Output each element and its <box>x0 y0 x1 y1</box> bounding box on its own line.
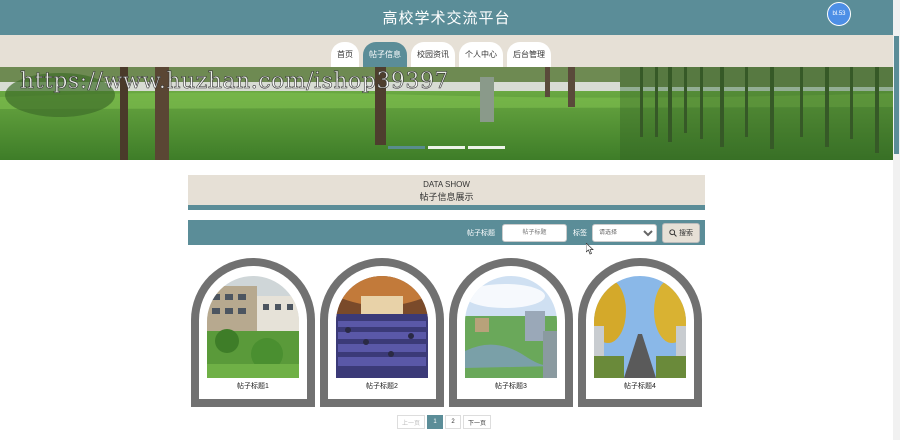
nav-item-admin[interactable]: 后台管理 <box>507 42 551 67</box>
avatar-text: bl.53 <box>832 11 846 17</box>
search-icon <box>669 229 677 237</box>
pagination: 上一页 1 2 下一页 <box>397 415 492 429</box>
nav-item-home[interactable]: 首页 <box>331 42 359 67</box>
post-title-input[interactable] <box>502 224 567 242</box>
carousel-indicators <box>388 146 505 149</box>
search-button-label: 搜索 <box>679 230 693 237</box>
page-2-button[interactable]: 2 <box>445 415 462 429</box>
search-bar: 帖子标题 标签 请选择 搜索 <box>188 220 705 245</box>
campus-building-photo <box>207 276 299 378</box>
tag-label: 标签 <box>573 230 587 237</box>
ginkgo-avenue-photo <box>594 276 686 378</box>
search-button[interactable]: 搜索 <box>662 223 700 243</box>
nav-item-campus-news[interactable]: 校园资讯 <box>411 42 455 67</box>
post-card[interactable]: 帖子标题1 <box>191 258 315 407</box>
post-image <box>207 276 299 378</box>
post-image <box>336 276 428 378</box>
nav-item-user-center[interactable]: 个人中心 <box>459 42 503 67</box>
site-title: 高校学术交流平台 <box>382 10 511 27</box>
campus-aerial-photo <box>465 276 557 378</box>
nav-items: 首页 帖子信息 校园资讯 个人中心 后台管理 <box>331 42 551 67</box>
post-card[interactable]: 帖子标题4 <box>578 258 702 407</box>
post-caption[interactable]: 帖子标题1 <box>199 381 307 391</box>
section-title-cn: 帖子信息展示 <box>419 192 474 202</box>
post-card[interactable]: 帖子标题3 <box>449 258 573 407</box>
prev-page-button[interactable]: 上一页 <box>397 415 426 429</box>
post-card[interactable]: 帖子标题2 <box>320 258 444 407</box>
auditorium-photo <box>336 276 428 378</box>
carousel-dot-2[interactable] <box>428 146 465 149</box>
carousel-dot-3[interactable] <box>468 146 505 149</box>
post-caption[interactable]: 帖子标题3 <box>457 381 565 391</box>
scrollbar-thumb[interactable] <box>894 36 899 154</box>
post-image <box>594 276 686 378</box>
nav-item-posts[interactable]: 帖子信息 <box>363 42 407 67</box>
post-caption[interactable]: 帖子标题2 <box>328 381 436 391</box>
post-caption[interactable]: 帖子标题4 <box>586 381 694 391</box>
main-nav: 首页 帖子信息 校园资讯 个人中心 后台管理 <box>0 35 893 67</box>
watermark-text: https://www.huzhan.com/ishop39397 <box>20 69 449 95</box>
next-page-button[interactable]: 下一页 <box>463 415 492 429</box>
carousel-dot-1[interactable] <box>388 146 425 149</box>
user-avatar[interactable]: bl.53 <box>827 2 851 26</box>
mouse-cursor-icon <box>586 243 594 255</box>
section-title-en: DATA SHOW <box>423 180 470 189</box>
page-1-button[interactable]: 1 <box>427 415 444 429</box>
page-scrollbar[interactable] <box>893 0 900 440</box>
top-header: 高校学术交流平台 bl.53 <box>0 0 893 35</box>
section-header: DATA SHOW 帖子信息展示 <box>188 175 705 210</box>
tag-select[interactable]: 请选择 <box>592 224 657 242</box>
post-image <box>465 276 557 378</box>
post-title-label: 帖子标题 <box>467 230 495 237</box>
